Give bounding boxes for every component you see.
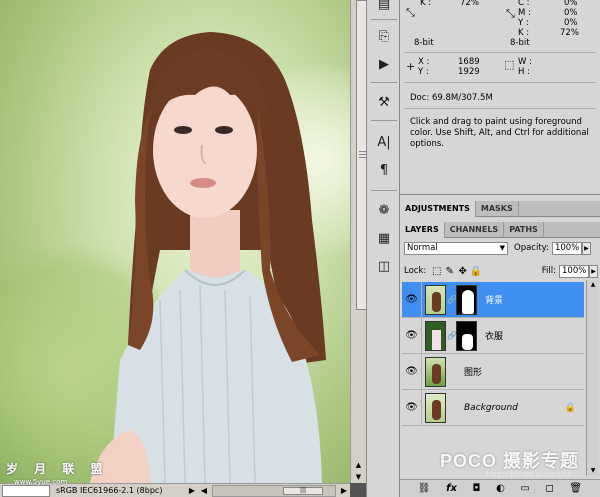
right-panel-dock: K : 72% ⤡ C : 0% ⤡ M : 0% Y : 0% K : 72%…: [400, 0, 600, 497]
layer-name[interactable]: 衣服: [485, 329, 503, 342]
layer-mask-thumbnail[interactable]: [456, 284, 477, 315]
info-k-value: 72%: [560, 28, 579, 38]
document-profile-info: sRGB IEC61966-2.1 (8bpc): [56, 486, 163, 495]
canvas-horizontal-scrollbar[interactable]: |||: [212, 484, 336, 497]
chevron-down-icon: ▼: [499, 243, 505, 252]
doc-size: Doc: 69.8M/307.5M: [410, 93, 493, 103]
adjustment-layer-icon[interactable]: ◐: [496, 483, 505, 494]
tab-adjustments[interactable]: ADJUSTMENTS: [400, 201, 476, 217]
scroll-down-arrow-icon[interactable]: ▼: [588, 466, 598, 476]
tab-masks[interactable]: MASKS: [476, 201, 519, 217]
panel-icon-strip: ▤ ⎘ ▶ ⚒ A| ¶ ❁ ▦ ◫: [366, 0, 400, 497]
layers-bottom-toolbar: ⛓ fx ◘ ◐ ▭ ◻ 🗑: [400, 479, 600, 497]
scroll-up-arrow-icon[interactable]: ▲: [588, 280, 598, 290]
info-c-value: 0%: [564, 0, 578, 8]
navigator-icon[interactable]: ▤: [373, 0, 395, 14]
zoom-field[interactable]: [2, 484, 50, 497]
lock-label: Lock:: [404, 266, 427, 276]
lock-all-icon[interactable]: 🔒: [469, 265, 482, 278]
layer-thumbnail: [425, 284, 446, 315]
layer-thumbnail: [425, 356, 446, 387]
link-icon[interactable]: 🔗: [447, 295, 457, 304]
hscroll-thumb[interactable]: |||: [283, 486, 323, 495]
layer-thumbnail: [425, 320, 446, 351]
blend-mode-select[interactable]: Normal ▼: [404, 241, 508, 255]
eye-icon[interactable]: 👁: [402, 281, 422, 318]
info-y-coordinate: 1929: [458, 67, 480, 77]
color-palette-icon[interactable]: ❁: [373, 200, 395, 220]
lock-image-icon[interactable]: ✎: [443, 265, 456, 278]
link-layers-icon[interactable]: ⛓: [418, 483, 431, 494]
layer-row[interactable]: 👁 图形: [402, 353, 584, 390]
paragraph-icon[interactable]: ¶: [373, 160, 395, 180]
eyedropper-icon: ⤡: [406, 6, 415, 19]
layer-style-fx-icon[interactable]: fx: [446, 483, 457, 494]
layer-row[interactable]: 👁 Background 🔒: [402, 389, 584, 426]
eye-icon[interactable]: 👁: [402, 317, 422, 354]
opacity-input[interactable]: 100%: [551, 241, 582, 255]
watermark-poco-url: http://photo.poco.cn/: [486, 470, 570, 479]
opacity-label: Opacity:: [514, 243, 549, 253]
eyedropper-icon-2: ⤡: [506, 7, 515, 20]
tab-paths[interactable]: PATHS: [504, 222, 544, 238]
watermark-site-url: www.5yue.com: [14, 478, 68, 486]
scroll-left-arrow-icon[interactable]: ◀: [198, 485, 210, 497]
scroll-up-arrow-icon[interactable]: ▲: [352, 459, 365, 471]
layer-row[interactable]: 👁 🔗 衣服: [402, 317, 584, 354]
status-menu-arrow-icon[interactable]: ▶: [186, 485, 198, 497]
lock-icon: 🔒: [564, 402, 576, 413]
layer-mask-thumbnail[interactable]: [456, 320, 477, 351]
tool-hint: Click and drag to paint using foreground…: [410, 117, 589, 149]
info-y-value: 0%: [564, 18, 578, 28]
info-k-left-value: 72%: [460, 0, 479, 8]
eye-icon[interactable]: 👁: [402, 353, 422, 390]
document-canvas[interactable]: 岁 月 联 盟: [0, 0, 350, 483]
tab-channels[interactable]: CHANNELS: [445, 222, 505, 238]
selection-size-icon: ⬚: [504, 58, 515, 71]
history-icon[interactable]: ⎘: [373, 26, 395, 46]
layer-name[interactable]: 图形: [464, 365, 482, 378]
layers-tabbar: LAYERS CHANNELS PATHS: [400, 222, 600, 238]
info-panel: K : 72% ⤡ C : 0% ⤡ M : 0% Y : 0% K : 72%…: [400, 0, 600, 195]
info-x-value: 1689: [458, 57, 480, 67]
info-bits-left: 8-bit: [414, 38, 434, 48]
layer-row[interactable]: 👁 🔗 背景: [402, 281, 584, 318]
adjustments-tabbar: ADJUSTMENTS MASKS: [400, 201, 600, 217]
watermark-site-name: 岁 月 联 盟: [6, 462, 109, 476]
fill-slider-arrow-icon[interactable]: ▶: [589, 264, 598, 278]
scroll-right-arrow-icon[interactable]: ▶: [338, 485, 350, 497]
link-icon[interactable]: 🔗: [447, 331, 457, 340]
fill-label: Fill:: [541, 266, 556, 276]
tab-layers[interactable]: LAYERS: [400, 222, 445, 238]
lock-position-icon[interactable]: ✥: [456, 265, 469, 278]
eye-icon[interactable]: 👁: [402, 389, 422, 426]
fill-input[interactable]: 100%: [559, 264, 589, 278]
portrait-photo: [90, 32, 326, 483]
character-icon[interactable]: A|: [373, 132, 395, 152]
new-group-icon[interactable]: ▭: [520, 483, 529, 494]
canvas-vertical-scrollbar[interactable]: ▲ ▼: [350, 0, 367, 483]
scroll-down-arrow-icon[interactable]: ▼: [352, 471, 365, 483]
info-bits-right: 8-bit: [510, 38, 530, 48]
layer-thumbnail: [425, 392, 446, 423]
layer-name[interactable]: 背景: [485, 293, 503, 306]
info-k-left: K :: [420, 0, 432, 8]
layers-scrollbar[interactable]: ▲ ▼: [586, 280, 599, 476]
crosshair-icon: +: [406, 60, 416, 73]
tool-presets-icon[interactable]: ⚒: [373, 92, 395, 112]
info-m-value: 0%: [564, 8, 578, 18]
photoshop-window: 岁 月 联 盟 ▲ ▼ sRGB IEC61966-2.1 (8bpc) ▶ ◀…: [0, 0, 600, 497]
layer-name[interactable]: Background: [464, 403, 518, 413]
swatches-icon[interactable]: ▦: [373, 228, 395, 248]
lock-transparent-icon[interactable]: ⬚: [430, 265, 443, 278]
opacity-slider-arrow-icon[interactable]: ▶: [581, 241, 591, 255]
add-mask-icon[interactable]: ◘: [473, 483, 481, 494]
trash-icon[interactable]: 🗑: [569, 483, 582, 494]
new-layer-icon[interactable]: ◻: [545, 483, 553, 494]
actions-icon[interactable]: ▶: [373, 54, 395, 74]
